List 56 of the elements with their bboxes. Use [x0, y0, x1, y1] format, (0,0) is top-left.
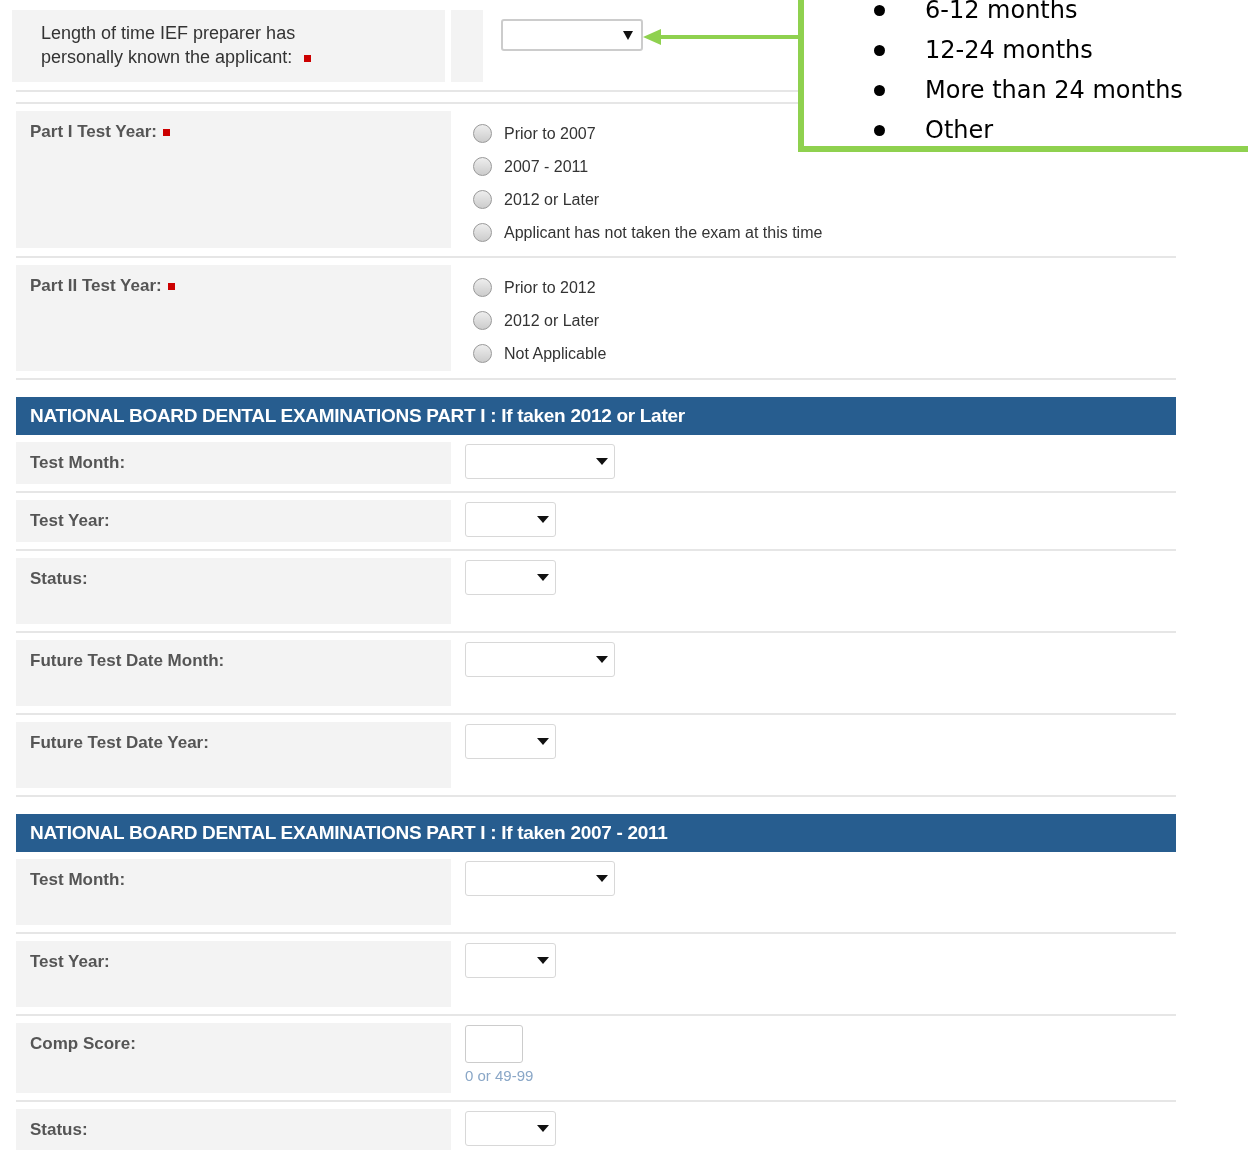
- radio-button[interactable]: [473, 311, 492, 330]
- bullet-icon: [874, 124, 885, 136]
- radio-button[interactable]: [473, 344, 492, 363]
- caret-icon: [537, 574, 549, 581]
- score-field[interactable]: [465, 1025, 523, 1063]
- option-label: Not Applicable: [504, 343, 607, 364]
- option-label: 2012 or Later: [504, 310, 600, 331]
- caret-icon: [537, 738, 549, 745]
- caret-icon: [596, 875, 608, 882]
- option-label: Prior to 2012: [504, 277, 596, 298]
- option-label: Applicant has not taken the exam at this time: [504, 222, 823, 243]
- dropdown[interactable]: [465, 444, 615, 479]
- field-label: Part I Test Year:: [30, 122, 157, 141]
- dropdown[interactable]: [465, 861, 615, 896]
- radio-button[interactable]: [473, 124, 492, 143]
- field-label: Status:: [30, 569, 88, 588]
- radio-button[interactable]: [473, 157, 492, 176]
- caret-icon: [537, 957, 549, 964]
- field-label: Comp Score:: [30, 1034, 136, 1053]
- field-label: Future Test Date Month:: [30, 651, 225, 670]
- field-hint: 0 or 49-99: [465, 1066, 534, 1086]
- dropdown[interactable]: [465, 642, 615, 677]
- dropdown[interactable]: [465, 1111, 556, 1146]
- caret-icon: [537, 1125, 549, 1132]
- field-label: Test Month:: [30, 870, 126, 889]
- dropdown[interactable]: [465, 502, 556, 537]
- field-label: Status:: [30, 1120, 88, 1139]
- radio-button[interactable]: [473, 278, 492, 297]
- field-label: Test Year:: [30, 952, 110, 971]
- callout-item: 12-24 months: [925, 35, 1093, 66]
- section-header: NATIONAL BOARD DENTAL EXAMINATIONS PART I : If taken 2007 - 2011: [16, 814, 1176, 852]
- caret-icon: [596, 656, 608, 663]
- radio-button[interactable]: [473, 223, 492, 242]
- caret-icon: [537, 516, 549, 523]
- dropdown[interactable]: [465, 724, 556, 759]
- section-header: NATIONAL BOARD DENTAL EXAMINATIONS PART I : If taken 2012 or Later: [16, 397, 1176, 435]
- bullet-icon: [874, 84, 885, 96]
- bullet-icon: [874, 4, 885, 16]
- callout-item: 6-12 months: [925, 0, 1078, 26]
- dropdown[interactable]: [501, 19, 643, 51]
- field-label: Test Month:: [30, 453, 126, 472]
- dropdown[interactable]: [465, 943, 556, 978]
- caret-icon: [623, 30, 633, 40]
- field-label: Test Year:: [30, 511, 110, 530]
- callout-item: More than 24 months: [925, 75, 1183, 106]
- field-label: Future Test Date Year:: [30, 733, 209, 752]
- bullet-icon: [874, 44, 885, 56]
- option-label: 2007 - 2011: [504, 156, 589, 177]
- field-label: Length of time IEF preparer has personally known the applicant:: [41, 23, 296, 67]
- callout-item: Other: [925, 115, 994, 146]
- dropdown[interactable]: [465, 560, 556, 595]
- caret-icon: [596, 458, 608, 465]
- field-label: Part II Test Year:: [30, 276, 162, 295]
- option-label: 2012 or Later: [504, 189, 600, 210]
- option-label: Prior to 2007: [504, 123, 596, 144]
- radio-button[interactable]: [473, 190, 492, 209]
